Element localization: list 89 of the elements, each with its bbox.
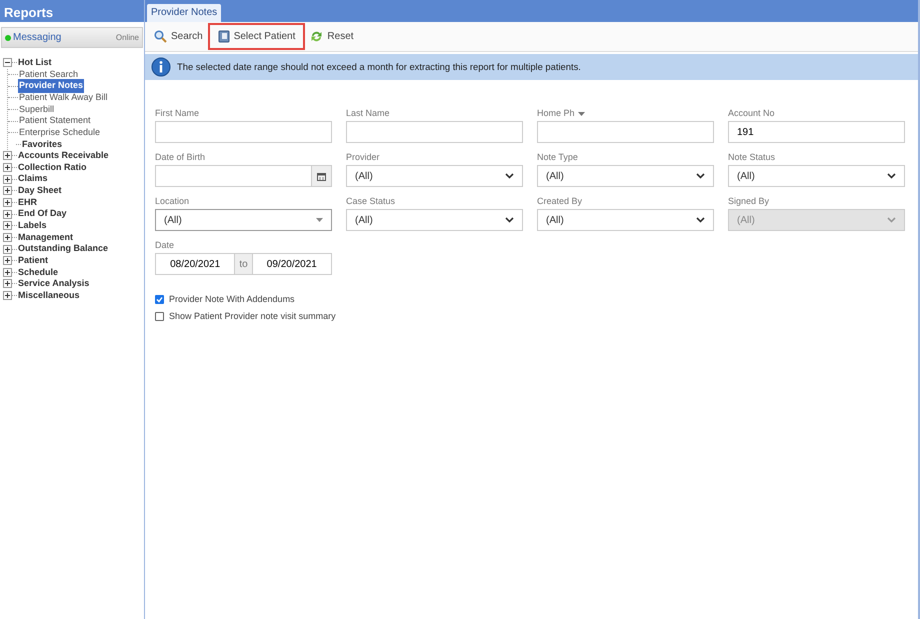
field-label: Last Name	[346, 106, 390, 120]
select-patient-button[interactable]: Select Patient	[210, 25, 304, 48]
calendar-button[interactable]	[312, 165, 332, 187]
reset-button[interactable]: Reset	[307, 27, 357, 46]
date-field[interactable]: 08/20/2021	[155, 253, 236, 275]
date-field[interactable]: 09/20/2021	[252, 253, 332, 275]
tree-item[interactable]: Outstanding Balance	[17, 242, 110, 256]
chevron-icon	[505, 217, 514, 223]
search-icon	[154, 30, 167, 43]
expand-icon[interactable]	[3, 151, 12, 160]
dropdown[interactable]: (All)	[728, 165, 905, 187]
range-separator: to	[235, 253, 252, 275]
tree-item[interactable]: End Of Day	[17, 207, 68, 221]
tree-item[interactable]: Provider Notes	[18, 79, 84, 93]
field-label: Date	[155, 238, 174, 252]
refresh-icon	[310, 30, 324, 43]
chevron-icon	[887, 173, 896, 179]
tree-item[interactable]: Labels	[17, 219, 48, 233]
expand-icon[interactable]	[3, 244, 12, 254]
field-label: Note Type	[537, 150, 578, 164]
expand-icon[interactable]	[3, 186, 12, 196]
expand-icon[interactable]	[3, 163, 12, 172]
expand-icon[interactable]	[3, 291, 12, 300]
field-label: Date of Birth	[155, 150, 206, 164]
expand-icon[interactable]	[3, 232, 12, 242]
tree-item[interactable]: Schedule	[17, 266, 60, 280]
expand-icon[interactable]	[3, 279, 12, 288]
tree-item[interactable]: Patient Walk Away Bill	[18, 91, 109, 104]
expand-icon[interactable]	[3, 198, 12, 207]
field-label: First Name	[155, 106, 200, 120]
tree-item[interactable]: Miscellaneous	[17, 288, 81, 302]
field-label: Home Ph	[537, 106, 575, 120]
tree-item[interactable]: EHR	[17, 196, 38, 210]
chevron-icon	[696, 173, 705, 179]
messaging-bar[interactable]: Messaging Online	[1, 27, 143, 48]
tree-item[interactable]: Service Analysis	[17, 277, 90, 291]
tree-item[interactable]: Accounts Receivable	[17, 149, 110, 163]
tree-item[interactable]: Day Sheet	[17, 184, 63, 198]
caret-icon	[316, 218, 323, 222]
messaging-label: Messaging	[13, 31, 62, 45]
field-label: Location	[155, 194, 190, 208]
checkbox[interactable]	[155, 295, 164, 304]
date-field[interactable]	[155, 165, 312, 187]
book-icon	[218, 30, 230, 43]
info-icon	[151, 57, 171, 77]
chevron-icon	[505, 173, 514, 179]
tree-item[interactable]: Favorites	[21, 138, 64, 152]
checkbox[interactable]	[155, 312, 164, 321]
info-message: The selected date range should not exceed a month for extracting this report for multiple patients.	[177, 60, 581, 74]
expand-icon[interactable]	[3, 256, 12, 266]
calendar-icon	[317, 172, 326, 180]
field-label: Case Status	[346, 194, 396, 208]
tree-item[interactable]: Patient	[17, 254, 50, 268]
tab[interactable]: Provider Notes	[147, 4, 222, 22]
tree-item[interactable]: Patient Statement	[18, 114, 92, 128]
input-field[interactable]	[537, 121, 714, 143]
expand-icon[interactable]	[3, 221, 12, 230]
field-label: Account No	[728, 106, 775, 120]
status-text: Online	[116, 32, 139, 44]
dropdown[interactable]: (All)	[346, 165, 523, 187]
chevron-icon	[696, 217, 705, 223]
search-button[interactable]: Search	[151, 27, 206, 46]
tree-item[interactable]: Claims	[17, 172, 49, 186]
caret-icon[interactable]	[578, 112, 585, 116]
field-label: Provider	[346, 150, 380, 164]
tree-item[interactable]: Hot List	[17, 56, 52, 70]
tree-item[interactable]: Superbill	[18, 102, 56, 116]
tree-item[interactable]: Management	[17, 230, 74, 244]
chevron-icon	[887, 217, 896, 223]
collapse-icon[interactable]	[3, 58, 12, 68]
tree-item[interactable]: Patient Search	[18, 68, 80, 82]
dropdown[interactable]: (All)	[346, 209, 523, 231]
dropdown[interactable]: (All)	[155, 209, 332, 231]
field-label: Created By	[537, 194, 582, 208]
tree-item[interactable]: Enterprise Schedule	[18, 126, 102, 140]
field-label: Signed By	[728, 194, 770, 208]
checkbox-label: Show Patient Provider note visit summary	[169, 310, 336, 323]
checkbox-label: Provider Note With Addendums	[169, 293, 295, 306]
tree-item[interactable]: Collection Ratio	[17, 160, 88, 174]
dropdown[interactable]: (All)	[537, 209, 714, 231]
expand-icon[interactable]	[3, 268, 12, 277]
expand-icon[interactable]	[3, 174, 12, 184]
input-field[interactable]: 191	[728, 121, 905, 143]
input-field[interactable]	[155, 121, 332, 143]
expand-icon[interactable]	[3, 210, 12, 219]
dropdown[interactable]: (All)	[537, 165, 714, 187]
input-field[interactable]	[346, 121, 523, 143]
sidebar-title: Reports	[0, 0, 144, 22]
field-label: Note Status	[728, 150, 776, 164]
